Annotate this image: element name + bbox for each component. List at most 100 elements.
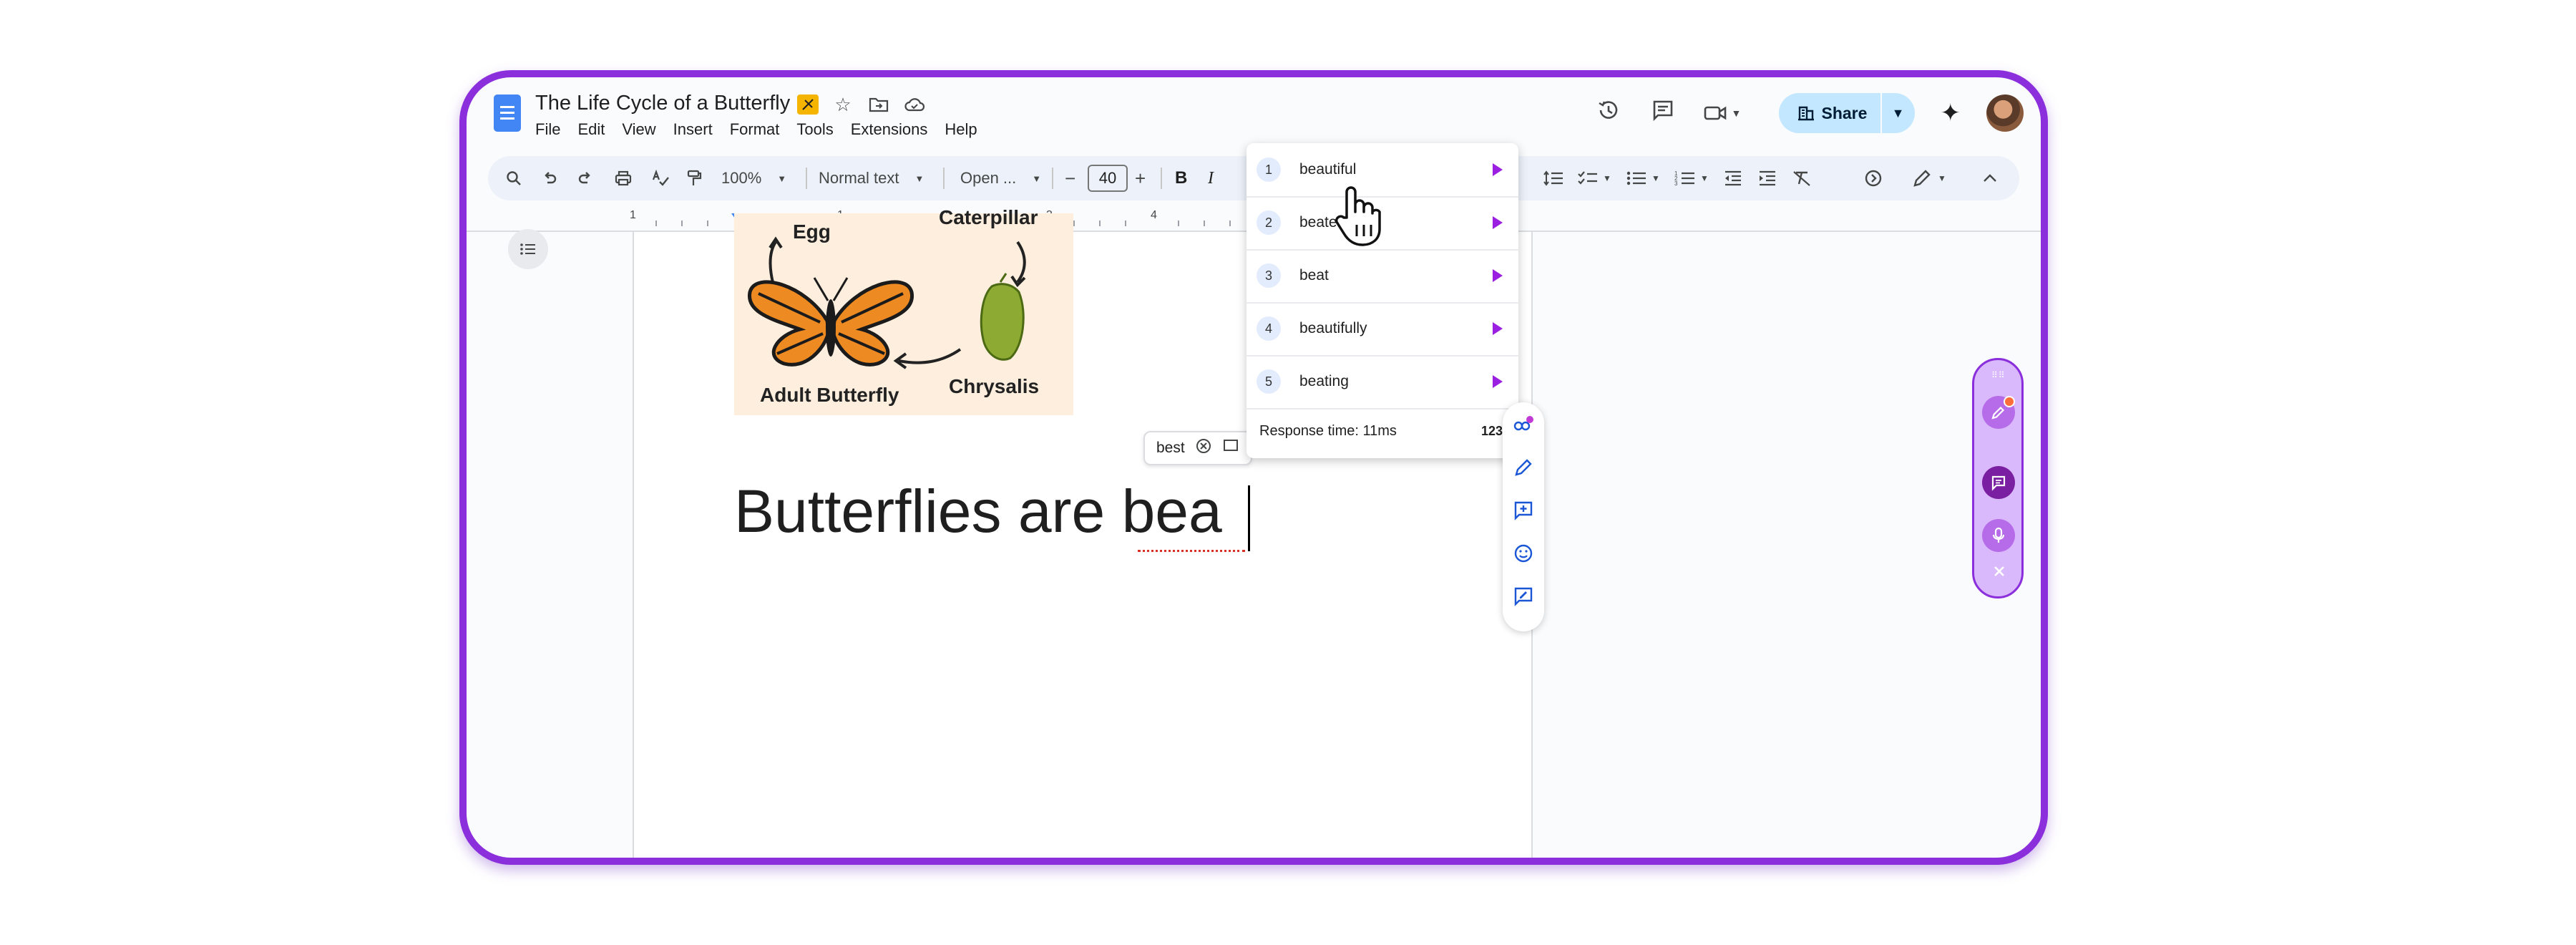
chevron-down-icon: ▼ — [777, 173, 787, 184]
increase-indent-icon[interactable] — [1757, 156, 1777, 200]
microphone-button[interactable] — [1982, 519, 2015, 552]
ruler-label: 4 — [1151, 209, 1157, 221]
suggestion-number: 4 — [1257, 316, 1281, 341]
suggestion-word: beaten — [1299, 214, 1346, 231]
line-spacing-icon[interactable] — [1543, 156, 1564, 200]
suggest-edits-icon[interactable] — [1513, 586, 1534, 607]
share-button[interactable]: Share ▼ — [1778, 93, 1915, 133]
toolbar-divider — [1161, 168, 1162, 189]
suggestion-word: beautifully — [1299, 320, 1367, 336]
docs-logo-icon[interactable] — [494, 94, 521, 132]
extension-icon[interactable] — [797, 94, 819, 115]
menu-extensions[interactable]: Extensions — [844, 120, 935, 139]
spelling-suggestion-chip[interactable]: best — [1143, 431, 1252, 465]
play-arrow-icon[interactable] — [1493, 216, 1503, 229]
italic-button[interactable]: I — [1208, 156, 1214, 200]
suggestion-item[interactable]: 5 beating — [1246, 355, 1518, 410]
menu-view[interactable]: View — [615, 120, 663, 139]
document-title[interactable]: The Life Cycle of a Butterfly — [535, 92, 790, 115]
checklist-icon[interactable]: ▼ — [1577, 156, 1611, 200]
suggestion-footer: Response time: 11ms 123 — [1246, 410, 1518, 452]
suggestion-number: 5 — [1257, 369, 1281, 394]
avatar[interactable] — [1986, 94, 2024, 132]
suggestion-word: beating — [1299, 373, 1349, 389]
collapse-toolbar-icon[interactable] — [1982, 156, 1998, 200]
ai-chat-button[interactable] — [1982, 466, 2015, 499]
caterpillar-label: Caterpillar — [939, 206, 1038, 228]
menu-bar: File Edit View Insert Format Tools Exten… — [535, 120, 987, 139]
more-options-icon[interactable] — [1222, 438, 1239, 458]
undo-icon[interactable] — [541, 156, 558, 200]
increase-font-size-button[interactable]: + — [1135, 156, 1146, 200]
share-dropdown-icon[interactable]: ▼ — [1880, 93, 1915, 133]
suggestion-number: 1 — [1257, 158, 1281, 182]
hand-pointer-icon — [1334, 183, 1384, 248]
bold-button[interactable]: B — [1175, 156, 1187, 200]
spelling-error-underline — [1138, 546, 1245, 552]
ai-write-button[interactable] — [1982, 396, 2015, 429]
close-icon[interactable] — [1990, 562, 2009, 581]
spelling-suggestion[interactable]: best — [1156, 440, 1185, 457]
cloud-status-icon[interactable] — [903, 93, 926, 116]
redo-icon[interactable] — [577, 156, 594, 200]
document-outline-icon[interactable] — [508, 229, 548, 269]
edit-pen-icon[interactable] — [1513, 457, 1534, 478]
clear-formatting-icon[interactable] — [1792, 156, 1812, 200]
chrysalis-label: Chrysalis — [949, 375, 1040, 397]
suggestion-item[interactable]: 4 beautifully — [1246, 302, 1518, 357]
dismiss-icon[interactable] — [1195, 437, 1212, 459]
star-icon[interactable]: ☆ — [831, 93, 854, 116]
spellcheck-icon[interactable] — [651, 156, 670, 200]
page-margin-left — [633, 232, 634, 858]
drag-handle-icon[interactable]: ⠿⠿ — [1991, 370, 2009, 380]
suggestion-number: 3 — [1257, 263, 1281, 288]
top-bar: The Life Cycle of a Butterfly ☆ File Edi… — [467, 77, 2041, 149]
editing-mode-icon[interactable]: ▼ — [1912, 156, 1946, 200]
meet-video-icon[interactable]: ▼ — [1703, 104, 1753, 122]
menu-insert[interactable]: Insert — [666, 120, 720, 139]
numbered-list-icon[interactable]: 123 ▼ — [1674, 156, 1709, 200]
font-value: Open ... — [960, 169, 1017, 187]
chevron-down-icon: ▼ — [1032, 173, 1042, 184]
menu-edit[interactable]: Edit — [570, 120, 612, 139]
play-arrow-icon[interactable] — [1493, 163, 1503, 176]
menu-format[interactable]: Format — [723, 120, 787, 139]
font-select[interactable]: Open ... ▼ — [960, 156, 1041, 200]
body-paragraph[interactable]: Butterflies are bea — [734, 475, 1222, 547]
egg-label: Egg — [793, 220, 831, 243]
gemini-sparkle-icon[interactable]: ✦ — [1941, 99, 1961, 127]
print-icon[interactable] — [614, 156, 633, 200]
toolbar-divider — [943, 168, 945, 189]
paragraph-style-select[interactable]: Normal text ▼ — [819, 156, 924, 200]
emoji-icon[interactable] — [1513, 543, 1534, 564]
suggestion-number: 2 — [1257, 210, 1281, 235]
version-history-icon[interactable] — [1594, 98, 1623, 128]
toolbar-divider — [806, 168, 807, 189]
decrease-font-size-button[interactable]: − — [1065, 156, 1075, 200]
comments-icon[interactable] — [1649, 98, 1677, 128]
move-folder-icon[interactable] — [867, 93, 890, 116]
play-arrow-icon[interactable] — [1493, 322, 1503, 335]
add-comment-icon[interactable] — [1513, 500, 1534, 521]
suggestion-item[interactable]: 3 beat — [1246, 249, 1518, 304]
font-size-input[interactable]: 40 — [1088, 165, 1128, 192]
life-cycle-image[interactable]: Egg Caterpillar Adult Butterfly Chrysali… — [734, 206, 1073, 415]
decrease-indent-icon[interactable] — [1723, 156, 1743, 200]
play-arrow-icon[interactable] — [1493, 269, 1503, 282]
play-arrow-icon[interactable] — [1493, 375, 1503, 388]
header-actions: ▼ Share ▼ ✦ — [1594, 92, 2024, 135]
menu-help[interactable]: Help — [937, 120, 984, 139]
ai-assist-icon[interactable] — [1863, 156, 1883, 200]
link-suggest-icon[interactable] — [1513, 414, 1534, 435]
menu-tools[interactable]: Tools — [789, 120, 840, 139]
input-mode-toggle[interactable]: 123 — [1481, 424, 1503, 439]
ruler-label: 1 — [630, 209, 636, 221]
notification-dot — [2004, 396, 2015, 407]
search-menus-icon[interactable] — [505, 156, 522, 200]
menu-file[interactable]: File — [535, 120, 567, 139]
zoom-select[interactable]: 100% ▼ — [721, 156, 786, 200]
bulleted-list-icon[interactable]: ▼ — [1626, 156, 1660, 200]
assistant-floating-panel: ⠿⠿ — [1972, 358, 2024, 598]
paint-format-icon[interactable] — [686, 156, 703, 200]
font-size-field[interactable]: 40 — [1088, 156, 1128, 200]
